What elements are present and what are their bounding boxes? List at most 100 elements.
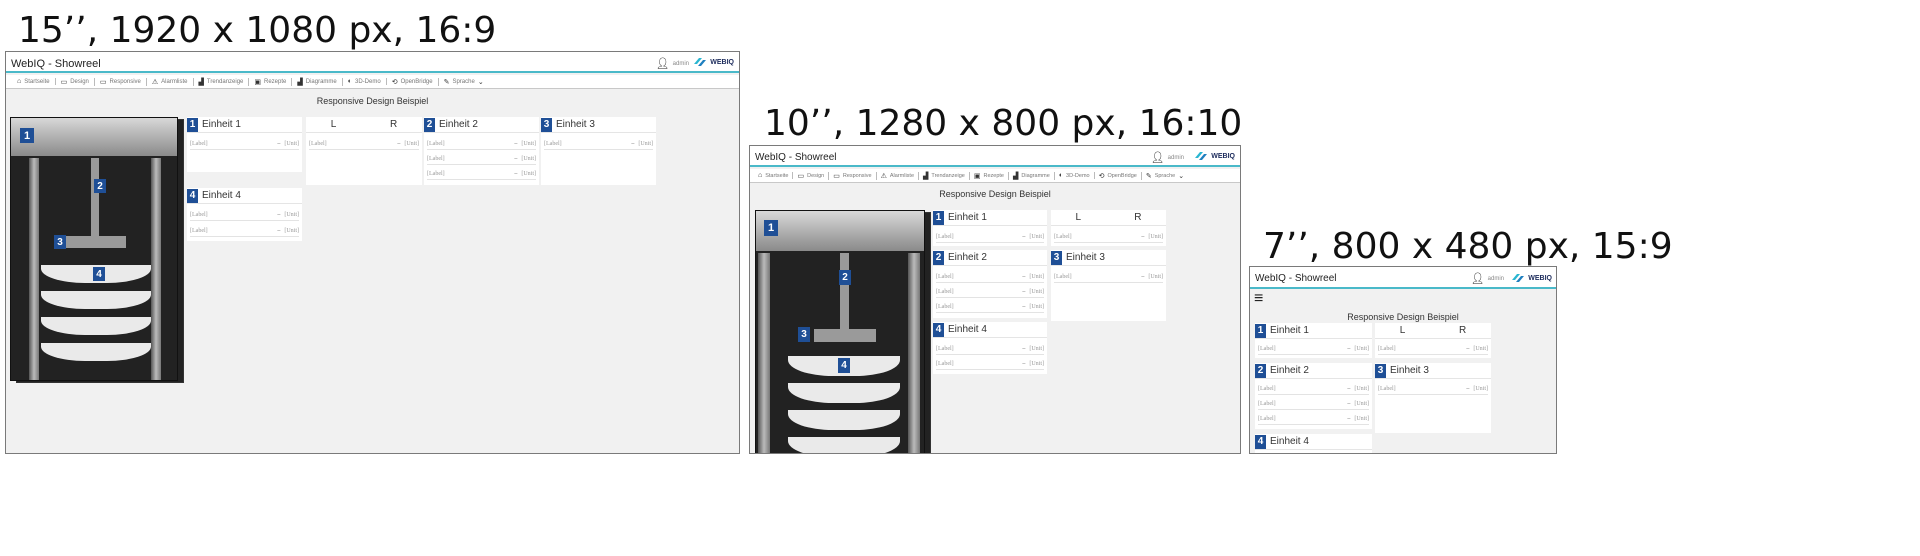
unit-badge: 2 (933, 250, 944, 265)
nav-item-rezepte[interactable]: ▣ Rezepte (249, 77, 293, 86)
nav-item-openbridge[interactable]: ⟲ OpenBridge (1095, 171, 1142, 180)
webiq-logo-icon (1195, 152, 1208, 160)
field-label: [Label] (427, 141, 445, 147)
field-row[interactable]: [Label] – [Unit] (1258, 344, 1369, 355)
field-label: [Label] (1054, 274, 1072, 280)
nav-item-alarmliste[interactable]: ⚠ Alarmliste (877, 171, 920, 180)
user-icon: 👤︎ (655, 58, 670, 70)
field-value: – (1022, 289, 1026, 295)
field-row[interactable]: [Label] – [Unit] (1378, 344, 1488, 355)
field-row[interactable]: [Label] – [Unit] (190, 226, 299, 237)
field-row[interactable]: [Label] – [Unit] (1258, 399, 1369, 410)
field-unit: [Unit] (1354, 401, 1369, 407)
nav-item-startseite[interactable]: ⌂ Startseite (12, 78, 56, 85)
field-row[interactable]: [Label] – [Unit] (1258, 384, 1369, 395)
field-row[interactable]: [Label] – [Unit] (427, 154, 536, 165)
field-row[interactable]: [Label] – [Unit] (936, 359, 1044, 370)
nav-label: Design (70, 78, 89, 85)
field-unit: [Unit] (1473, 346, 1488, 352)
unit-title: Einheit 1 (1270, 325, 1309, 336)
field-row[interactable]: [Label] – [Unit] (936, 344, 1044, 355)
field-row[interactable]: [Label] – [Unit] (1054, 272, 1163, 283)
field-label: [Label] (1378, 346, 1396, 352)
nav-item-diagramme[interactable]: ▟ Diagramme (292, 77, 343, 86)
nav-item-sprache[interactable]: ✎ Sprache ⌄ (1142, 172, 1188, 180)
design-icon: ▭ (797, 172, 805, 180)
field-label: [Label] (1054, 234, 1072, 240)
nav-item-trendanzeige[interactable]: ▟ Trendanzeige (194, 77, 250, 86)
unit-badge: 4 (1255, 434, 1266, 449)
nav-item-alarmliste[interactable]: ⚠ Alarmliste (147, 77, 194, 86)
machine-tray (41, 317, 151, 335)
responsive-icon: ▭ (833, 172, 840, 180)
nav-item-sprache[interactable]: ✎ Sprache ⌄ (439, 78, 489, 86)
nav-item-3d-demo[interactable]: ◐ 3D-Demo (1055, 172, 1095, 179)
field-row[interactable]: [Label] – [Unit] (936, 287, 1044, 298)
hamburger-menu-icon[interactable]: ≡ (1254, 291, 1263, 307)
field-value: – (277, 212, 281, 218)
page-title: Responsive Design Beispiel (316, 96, 429, 106)
machine-marker-2: 2 (839, 270, 851, 285)
nav-item-startseite[interactable]: ⌂ Startseite (754, 172, 794, 179)
nav-item-responsive[interactable]: ▭ Responsive (829, 171, 877, 180)
field-unit: [Unit] (521, 141, 536, 147)
field-row[interactable]: [Label] – [Unit] (1258, 414, 1369, 425)
nav-label: Diagramme (305, 78, 337, 85)
nav-item-rezepte[interactable]: ▣ Rezepte (970, 171, 1009, 180)
chart-icon: ▟ (1012, 172, 1019, 180)
field-unit: [Unit] (521, 156, 536, 162)
field-unit: [Unit] (521, 171, 536, 177)
nav-label: Sprache (452, 78, 475, 85)
nav-item-openbridge[interactable]: ⟲ OpenBridge (387, 77, 439, 86)
panel-einheit-4: 4 Einheit 4 [Label] – [Unit] [Label] – [Unit] (933, 322, 1047, 374)
nav-label: 3D-Demo (1066, 172, 1090, 179)
unit-badge: 4 (933, 322, 944, 337)
nav-item-diagramme[interactable]: ▟ Diagramme (1009, 171, 1055, 180)
field-unit: [Unit] (404, 141, 419, 147)
screen-15-inch: WebIQ - Showreel 👤︎ admin WEBIQ ⌂ Startse… (5, 51, 740, 454)
field-label: [Label] (936, 304, 954, 310)
trend-icon: ▟ (198, 78, 204, 86)
field-row[interactable]: [Label] – [Unit] (309, 139, 419, 150)
field-row[interactable]: [Label] – [Unit] (190, 210, 299, 221)
nav-item-design[interactable]: ▭ Design (56, 77, 95, 86)
field-row[interactable]: [Label] – [Unit] (936, 232, 1044, 243)
machine-marker-4: 4 (93, 267, 105, 281)
user-menu[interactable]: 👤︎ admin (656, 57, 689, 70)
main-nav: ⌂ Startseite ▭ Design ▭ Responsive ⚠ Alarmli… (6, 75, 739, 89)
field-label: [Label] (427, 156, 445, 162)
field-row[interactable]: [Label] – [Unit] (190, 139, 299, 150)
design-icon: ▭ (60, 78, 68, 86)
user-name: admin (672, 60, 689, 67)
field-row[interactable]: [Label] – [Unit] (427, 169, 536, 180)
panel-left-right: L R [Label] – [Unit] (1375, 323, 1491, 358)
field-row[interactable]: [Label] – [Unit] (936, 302, 1044, 313)
field-row[interactable]: [Label] – [Unit] (936, 272, 1044, 283)
unit-title: Einheit 1 (948, 212, 987, 223)
nav-item-responsive[interactable]: ▭ Responsive (95, 77, 147, 86)
nav-label: Startseite (765, 172, 789, 179)
field-row[interactable]: [Label] – [Unit] (427, 139, 536, 150)
field-row[interactable]: [Label] – [Unit] (544, 139, 653, 150)
user-menu[interactable]: 👤︎ admin (1471, 272, 1504, 285)
unit-title: Einheit 4 (948, 324, 987, 335)
nav-label: Rezepte (264, 78, 287, 85)
field-unit: [Unit] (284, 141, 299, 147)
nav-item-trendanzeige[interactable]: ▟ Trendanzeige (919, 171, 970, 180)
machine-marker-4: 4 (838, 358, 850, 373)
recipe-icon: ▣ (973, 172, 981, 180)
field-value: – (1347, 401, 1351, 407)
nav-item-3d-demo[interactable]: ◐ 3D-Demo (343, 78, 387, 85)
field-value: – (1022, 361, 1026, 367)
caption-15-inch: 15’’, 1920 x 1080 px, 16:9 (18, 10, 497, 51)
chart-icon: ▟ (297, 78, 303, 86)
field-row[interactable]: [Label] – [Unit] (1054, 232, 1163, 243)
nav-label: Sprache (1154, 172, 1176, 179)
field-row[interactable]: [Label] – [Unit] (1378, 384, 1488, 395)
field-value: – (1347, 416, 1351, 422)
field-unit: [Unit] (1029, 361, 1044, 367)
nav-label: Design (807, 172, 825, 179)
user-menu[interactable]: 👤︎ admin (1151, 151, 1184, 164)
nav-item-design[interactable]: ▭ Design (793, 171, 830, 180)
field-label: [Label] (190, 212, 208, 218)
